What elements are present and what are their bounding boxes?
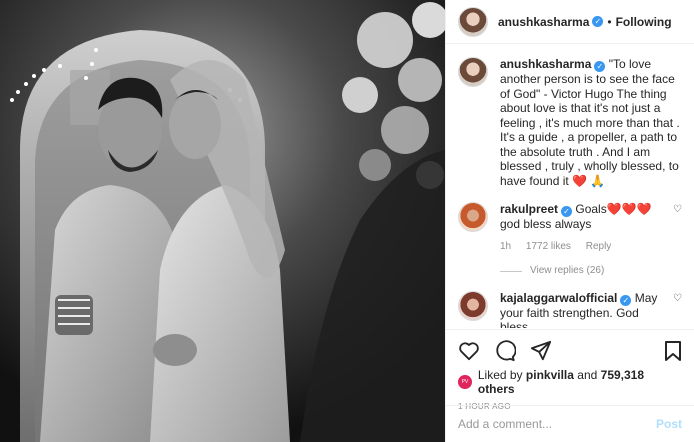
liked-by-and: and [577,368,598,382]
comment-likes[interactable]: 1772 likes [526,241,571,252]
caption-text: "To love another person is to see the fa… [500,57,680,188]
commenter-avatar[interactable] [458,290,488,321]
header-separator: • [607,14,612,29]
verified-badge-icon: ✓ [592,16,604,27]
wedding-photo-image [0,0,445,442]
post-details-panel: anushkasharma ✓ • Following anushkasharm… [445,0,694,442]
comment-item: kajalaggarwalofficial ✓ May your faith st… [458,290,682,329]
comment-icon[interactable] [494,340,516,362]
verified-badge-icon: ✓ [561,206,573,217]
caption-username[interactable]: anushkasharma [500,57,591,71]
bookmark-icon[interactable] [664,340,682,362]
share-icon[interactable] [530,340,552,362]
verified-badge-icon: ✓ [620,294,632,306]
comment-item: rakulpreet ✓ Goals❤️❤️❤️ god bless always… [458,202,682,279]
add-comment-input[interactable] [458,417,656,431]
comment-age: 1h [500,240,512,252]
view-replies-button[interactable]: View replies (26) [500,264,670,279]
liked-by-prefix: Liked by [477,368,523,382]
post-actions: PV Liked by pinkvilla and 759,318 others… [446,329,694,411]
commenter-avatar[interactable] [458,202,488,232]
commenter-username[interactable]: kajalaggarwalofficial [500,291,617,305]
author-avatar[interactable] [458,6,488,37]
caption: anushkasharma ✓ "To love another person i… [458,57,682,188]
comment-meta: 1h 1772 likes Reply [500,240,670,255]
comment-heart-icon[interactable]: ♡ [670,291,682,329]
comment-heart-icon[interactable]: ♡ [670,202,682,279]
author-username[interactable]: anushkasharma [498,15,589,29]
heart-icon[interactable] [458,341,480,361]
replies-divider [500,270,522,272]
liker-avatar[interactable]: PV [458,375,472,389]
verified-badge-icon: ✓ [594,61,606,72]
comments-list[interactable]: anushkasharma ✓ "To love another person i… [446,45,694,328]
following-button[interactable]: Following [616,15,672,29]
post-photo[interactable] [0,0,445,442]
liked-by-user[interactable]: pinkvilla [526,368,574,382]
caption-avatar[interactable] [458,57,488,87]
reply-button[interactable]: Reply [586,241,612,252]
view-replies-label: View replies (26) [530,265,605,276]
commenter-username[interactable]: rakulpreet [500,202,558,216]
likes-summary: PV Liked by pinkvilla and 759,318 others [458,368,682,396]
add-comment-bar: Post [446,405,694,442]
post-header: anushkasharma ✓ • Following [446,0,694,44]
post-comment-button[interactable]: Post [656,417,682,431]
